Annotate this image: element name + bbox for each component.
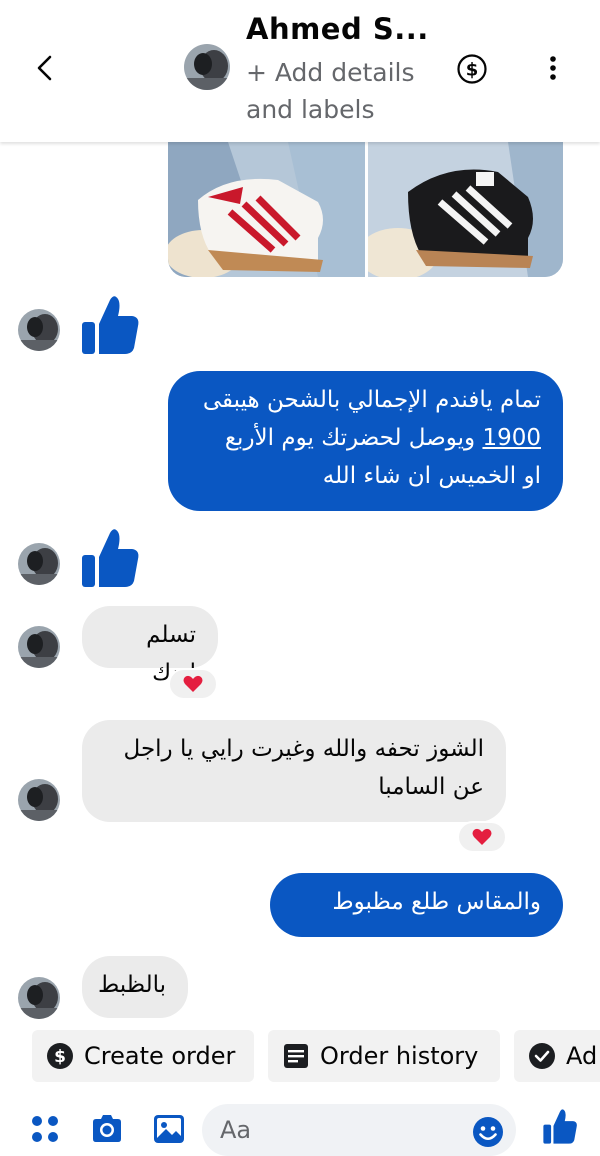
back-arrow-icon[interactable]	[30, 50, 60, 86]
emoji-icon[interactable]	[472, 1116, 504, 1148]
contact-avatar-small	[18, 626, 60, 668]
add-label-button[interactable]: Ad	[514, 1030, 600, 1082]
message-input[interactable]	[202, 1104, 516, 1156]
message-composer	[0, 1096, 600, 1156]
heart-icon	[183, 675, 203, 692]
heart-reaction[interactable]	[457, 821, 507, 853]
chip-label: Create order	[84, 1042, 236, 1070]
message-text: 1900 ويوصل لحضرتك يوم الأربع	[190, 419, 541, 457]
add-details-link[interactable]: + Add details and labels	[246, 54, 446, 128]
dollar-icon[interactable]: $	[456, 53, 488, 85]
incoming-message-bubble[interactable]: الشوز تحفه والله وغيرت رايي يا راجل عن ا…	[82, 720, 506, 822]
thumbs-up-icon	[82, 296, 139, 354]
chip-label: Ad	[566, 1042, 598, 1070]
heart-icon	[472, 828, 492, 845]
message-text: او الخميس ان شاء الله	[322, 463, 541, 489]
gallery-icon[interactable]	[152, 1112, 186, 1146]
outgoing-message-bubble[interactable]: والمقاس طلع مظبوط صح	[270, 873, 563, 953]
thumbs-up-icon[interactable]	[542, 1108, 578, 1146]
contact-avatar[interactable]	[184, 44, 230, 90]
order-list-icon	[284, 1044, 308, 1068]
product-image-black-sneaker[interactable]	[368, 142, 563, 277]
apps-grid-icon[interactable]	[28, 1112, 62, 1146]
contact-avatar-small	[18, 309, 60, 351]
order-history-button[interactable]: Order history	[268, 1030, 500, 1082]
incoming-message-bubble[interactable]: تسلم ايدك	[82, 606, 218, 686]
chat-header: Ahmed S... + Add details and labels $	[0, 0, 600, 142]
dollar-icon: $	[47, 1043, 73, 1069]
quick-actions-bar: $ Create order Order history Ad	[0, 1028, 600, 1084]
heart-reaction[interactable]	[168, 668, 218, 700]
thumbs-up-icon	[82, 529, 139, 587]
message-text: تمام يافندم الإجمالي بالشحن هيبقى	[202, 387, 541, 413]
svg-text:$: $	[466, 60, 479, 81]
incoming-message-bubble[interactable]: بالظبط	[82, 956, 188, 1018]
product-image-red-sneaker[interactable]	[168, 142, 365, 277]
camera-icon[interactable]	[90, 1112, 124, 1146]
message-text: الشوز تحفه والله وغيرت رايي يا راجل عن ا…	[123, 736, 484, 800]
more-vertical-icon[interactable]	[540, 52, 566, 86]
message-text: ويوصل لحضرتك يوم الأربع	[224, 425, 483, 451]
contact-avatar-small	[18, 543, 60, 585]
contact-avatar-small	[18, 977, 60, 1019]
chip-label: Order history	[320, 1042, 479, 1070]
create-order-button[interactable]: $ Create order	[32, 1030, 254, 1082]
svg-text:$: $	[54, 1047, 66, 1067]
check-circle-icon	[529, 1043, 555, 1069]
contact-avatar-small	[18, 779, 60, 821]
price-link[interactable]: 1900	[482, 425, 541, 451]
contact-name[interactable]: Ahmed S...	[246, 12, 429, 46]
message-text: والمقاس طلع مظبوط صح	[332, 889, 541, 953]
outgoing-message-bubble[interactable]: تمام يافندم الإجمالي بالشحن هيبقى 1900 و…	[168, 371, 563, 511]
message-text: بالظبط	[97, 972, 166, 998]
